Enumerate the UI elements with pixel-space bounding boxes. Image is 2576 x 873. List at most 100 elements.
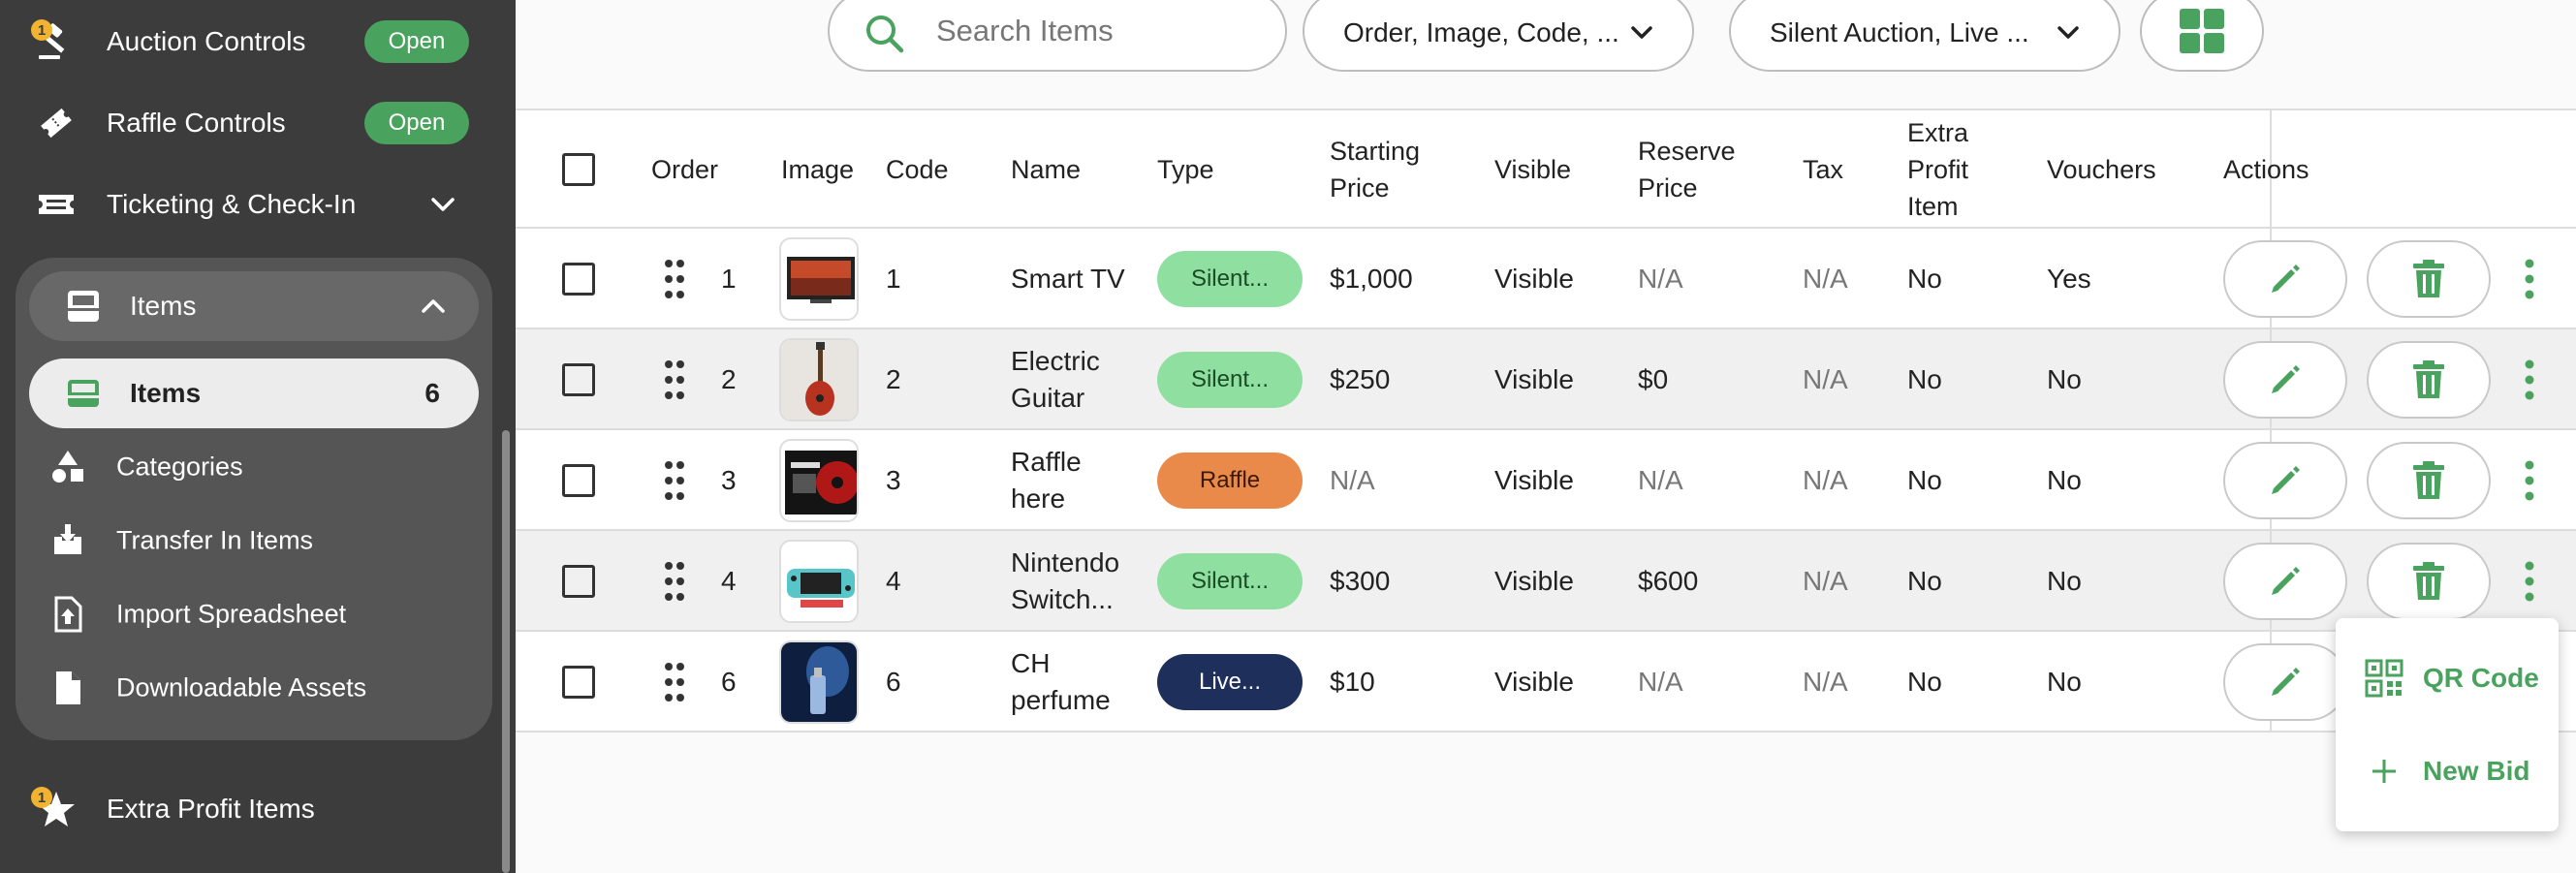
item-image[interactable] (779, 640, 859, 724)
sidebar-scrollbar[interactable] (502, 430, 510, 873)
column-header-order[interactable]: Order (651, 151, 718, 188)
nav-import-spreadsheet[interactable]: Import Spreadsheet (16, 583, 492, 645)
cell-name: Nintendo Switch... (1011, 545, 1119, 618)
edit-button[interactable] (2223, 543, 2347, 620)
edit-button[interactable] (2223, 240, 2347, 318)
cell-reserve-price: N/A (1638, 465, 1683, 495)
item-image[interactable] (779, 237, 859, 321)
drag-handle-icon[interactable] (663, 560, 686, 603)
type-select[interactable]: Silent Auction, Live ... (1729, 0, 2120, 72)
nav-categories[interactable]: Categories (16, 436, 492, 498)
search-box[interactable] (828, 0, 1287, 72)
menu-item-qr-code[interactable]: QR Code (2336, 639, 2559, 717)
trash-icon (2413, 562, 2444, 600)
item-image[interactable] (779, 439, 859, 522)
menu-item-label: New Bid (2423, 756, 2530, 786)
chevron-down-icon (2058, 26, 2079, 39)
nav-items-active[interactable]: Items 6 (29, 359, 479, 428)
column-header-visible[interactable]: Visible (1494, 151, 1571, 188)
column-header-tax[interactable]: Tax (1803, 151, 1843, 188)
row-checkbox[interactable] (562, 363, 595, 396)
cell-order: 3 (721, 465, 737, 495)
grid-view-button[interactable] (2140, 0, 2264, 72)
drag-handle-icon[interactable] (663, 661, 686, 703)
columns-select[interactable]: Order, Image, Code, ... (1303, 0, 1694, 72)
more-options-icon[interactable] (2520, 558, 2539, 605)
edit-button[interactable] (2223, 643, 2347, 721)
row-checkbox[interactable] (562, 464, 595, 497)
cell-extra-profit: No (1907, 667, 1942, 697)
menu-item-new-bid[interactable]: New Bid (2336, 733, 2559, 810)
type-badge: Live... (1157, 654, 1303, 710)
cell-order: 2 (721, 364, 737, 394)
qr-code-icon (2365, 659, 2403, 698)
delete-button[interactable] (2367, 442, 2491, 519)
row-checkbox[interactable] (562, 666, 595, 699)
edit-button[interactable] (2223, 341, 2347, 419)
more-options-icon[interactable] (2520, 256, 2539, 302)
search-input[interactable] (936, 14, 1227, 48)
inbox-icon (68, 291, 99, 322)
nav-raffle-controls[interactable]: Raffle Controls Open (0, 89, 516, 157)
edit-button[interactable] (2223, 442, 2347, 519)
column-header-type[interactable]: Type (1157, 151, 1214, 188)
cell-reserve-price: $600 (1638, 566, 1699, 596)
chevron-up-icon[interactable] (417, 290, 450, 323)
column-header-name[interactable]: Name (1011, 151, 1081, 188)
header-line: Starting (1330, 137, 1421, 166)
table-row[interactable]: 3 3 Raffle here Raffle N/A Visible N/A N… (516, 430, 2576, 531)
more-options-icon[interactable] (2520, 457, 2539, 504)
cell-starting-price: $1,000 (1330, 264, 1413, 294)
row-actions-menu: QR Code New Bid (2336, 618, 2559, 831)
cell-code: 6 (886, 667, 901, 697)
nav-label: Auction Controls (107, 26, 306, 56)
table-row[interactable]: 6 6 CH perfume Live... $10 Visible N/A N… (516, 632, 2576, 733)
nav-transfer-in-items[interactable]: Transfer In Items (16, 510, 492, 572)
column-header-starting-price[interactable]: Starting Price (1330, 133, 1420, 206)
file-icon (56, 671, 80, 704)
delete-button[interactable] (2367, 240, 2491, 318)
nav-extra-profit-items[interactable]: 1 Extra Profit Items (0, 775, 516, 843)
chevron-down-icon[interactable] (426, 188, 459, 221)
cell-name: CH perfume (1011, 645, 1111, 719)
row-checkbox[interactable] (562, 263, 595, 296)
status-badge-open: Open (364, 20, 469, 63)
cell-vouchers: No (2047, 465, 2082, 495)
nav-label: Transfer In Items (116, 525, 314, 555)
header-line: Extra (1907, 118, 1969, 147)
drag-handle-icon[interactable] (663, 359, 686, 401)
nav-items-group-header[interactable]: Items (29, 271, 479, 341)
delete-button[interactable] (2367, 341, 2491, 419)
header-line: Reserve (1638, 137, 1736, 166)
delete-button[interactable] (2367, 543, 2491, 620)
cell-visible: Visible (1494, 465, 1574, 495)
nav-downloadable-assets[interactable]: Downloadable Assets (16, 657, 492, 719)
table-row[interactable]: 2 2 Electric Guitar Silent... $250 Visib… (516, 329, 2576, 430)
cell-code: 1 (886, 264, 901, 294)
row-checkbox[interactable] (562, 565, 595, 598)
type-badge: Silent... (1157, 251, 1303, 307)
column-header-extra-profit-item[interactable]: Extra Profit Item (1907, 114, 1968, 225)
drag-handle-icon[interactable] (663, 258, 686, 300)
column-header-reserve-price[interactable]: Reserve Price (1638, 133, 1736, 206)
table-row[interactable]: 1 1 Smart TV Silent... $1,000 Visible N/… (516, 229, 2576, 329)
more-options-icon[interactable] (2520, 357, 2539, 403)
column-header-image[interactable]: Image (781, 151, 854, 188)
cell-vouchers: No (2047, 566, 2082, 596)
column-header-vouchers[interactable]: Vouchers (2047, 151, 2156, 188)
column-header-code[interactable]: Code (886, 151, 949, 188)
cell-name: Raffle here (1011, 444, 1082, 517)
table-row[interactable]: 4 4 Nintendo Switch... Silent... $300 Vi… (516, 531, 2576, 632)
name-line: Switch... (1011, 584, 1114, 614)
nav-label: Import Spreadsheet (116, 599, 347, 629)
nav-auction-controls[interactable]: 1 Auction Controls Open (0, 8, 516, 76)
cell-extra-profit: No (1907, 566, 1942, 596)
nav-ticketing-check-in[interactable]: Ticketing & Check-In (0, 171, 516, 238)
cell-vouchers: Yes (2047, 264, 2091, 294)
drag-handle-icon[interactable] (663, 459, 686, 502)
item-image[interactable] (779, 540, 859, 623)
item-image[interactable] (779, 338, 859, 421)
select-all-checkbox[interactable] (562, 153, 595, 186)
nav-label: Raffle Controls (107, 108, 286, 138)
cell-extra-profit: No (1907, 465, 1942, 495)
